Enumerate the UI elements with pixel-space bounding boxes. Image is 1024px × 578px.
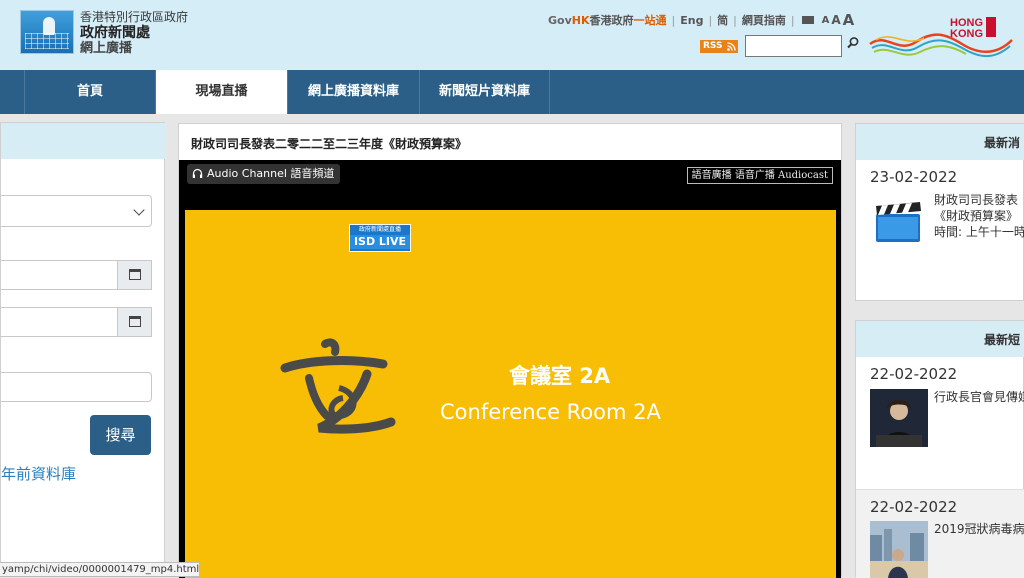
brand-kong-text: KONG bbox=[950, 28, 983, 40]
latest-clips-panel: 最新短 22-02-2022 行政長官會見傳媒 22-02-2022 2019冠… bbox=[855, 320, 1024, 578]
brand-hong-kong-logo[interactable]: HONG KONG bbox=[866, 14, 1016, 64]
font-size-medium-button[interactable]: A bbox=[831, 13, 840, 27]
clip1-date: 22-02-2022 bbox=[870, 365, 958, 383]
rss-feed-icon bbox=[727, 42, 736, 51]
clip1-title[interactable]: 行政長官會見傳媒 bbox=[934, 389, 1024, 405]
calendar-icon bbox=[129, 269, 141, 280]
category-select[interactable] bbox=[1, 195, 152, 227]
logo-line-1: 香港特別行政區政府 bbox=[80, 10, 189, 24]
isd-live-badge: 政府新聞處直播 ISD LIVE bbox=[349, 224, 411, 252]
clip1-thumbnail[interactable] bbox=[870, 389, 928, 447]
browser-status-bar: yamp/chi/video/0000001479_mp4.html bbox=[0, 562, 200, 577]
start-date-calendar-button[interactable] bbox=[117, 261, 151, 289]
chevron-down-icon bbox=[133, 204, 145, 216]
latest-news-header: 最新消 bbox=[856, 124, 1024, 160]
end-date-calendar-button[interactable] bbox=[117, 308, 151, 336]
nav-home[interactable]: 首頁 bbox=[24, 70, 155, 114]
search-icon[interactable] bbox=[846, 36, 860, 50]
news-item-title[interactable]: 財政司司長發表 《財政預算案》 時間: 上午十一時 bbox=[934, 192, 1024, 240]
main-nav: 首頁 現場直播 網上廣播資料庫 新聞短片資料庫 bbox=[0, 70, 1024, 114]
latest-clips-header: 最新短 bbox=[856, 321, 1024, 357]
simplified-chinese-link[interactable]: 简 bbox=[717, 12, 728, 28]
logo-line-3: 網上廣播 bbox=[80, 41, 133, 56]
site-header: 香港特別行政區政府 政府新聞處 網上廣播 GovHK香港政府一站通 | Eng … bbox=[0, 0, 1024, 70]
end-date-field[interactable] bbox=[1, 307, 152, 337]
room-name-chinese: 會議室 2A bbox=[509, 364, 611, 388]
rss-button[interactable]: RSS bbox=[700, 40, 738, 53]
font-size-small-button[interactable]: A bbox=[822, 15, 830, 26]
news-date: 23-02-2022 bbox=[870, 168, 958, 186]
nav-webcast-archive[interactable]: 網上廣播資料庫 bbox=[287, 70, 419, 114]
english-link[interactable]: Eng bbox=[680, 14, 703, 27]
top-links: GovHK香港政府一站通 | Eng | 简 | 網頁指南 | A A A bbox=[548, 11, 855, 29]
isd-logo-icon[interactable] bbox=[20, 10, 74, 54]
latest-news-panel: 最新消 23-02-2022 財政司司長發表 《財政預算案》 時間: 上午十一時 bbox=[855, 123, 1024, 301]
archive-search-panel: 搜尋 年前資料庫 bbox=[0, 122, 166, 577]
video-clapper-icon[interactable] bbox=[874, 202, 924, 244]
start-date-field[interactable] bbox=[1, 260, 152, 290]
search-button[interactable]: 搜尋 bbox=[90, 415, 151, 455]
nav-live[interactable]: 現場直播 bbox=[155, 70, 287, 114]
clip2-thumbnail[interactable] bbox=[870, 521, 928, 578]
logo-line-2: 政府新聞處 bbox=[80, 25, 150, 41]
site-search-input[interactable] bbox=[745, 35, 842, 57]
clip2-date: 22-02-2022 bbox=[870, 498, 958, 516]
nav-news-clips-archive[interactable]: 新聞短片資料庫 bbox=[419, 70, 550, 114]
live-event-title: 財政司司長發表二零二二至二三年度《財政預算案》 bbox=[191, 137, 468, 151]
video-player[interactable]: Audio Channel 語音頻道 語音廣播 语音广播 Audiocast 政… bbox=[179, 160, 841, 578]
site-logo-text[interactable]: 香港特別行政區政府 政府新聞處 網上廣播 bbox=[80, 9, 188, 57]
headphone-icon bbox=[192, 168, 203, 178]
govhk-link[interactable]: GovHK香港政府一站通 bbox=[548, 12, 667, 28]
audio-channel-button[interactable]: Audio Channel 語音頻道 bbox=[187, 164, 341, 184]
audio-channel-label: Audio Channel 語音頻道 bbox=[207, 167, 335, 180]
video-frame[interactable]: 政府新聞處直播 ISD LIVE 會議室 2A Conference Room … bbox=[185, 210, 836, 578]
rss-label: RSS bbox=[703, 41, 723, 51]
search-panel-header bbox=[1, 123, 166, 159]
room-name-english: Conference Room 2A bbox=[440, 400, 661, 424]
isd-badge-line2: ISD LIVE bbox=[350, 235, 410, 249]
site-guide-link[interactable]: 網頁指南 bbox=[742, 12, 786, 28]
isd-badge-line1: 政府新聞處直播 bbox=[358, 226, 401, 233]
clip2-title[interactable]: 2019冠狀病毒病 bbox=[934, 521, 1024, 537]
legco-emblem-icon bbox=[280, 338, 396, 434]
calendar-icon bbox=[129, 316, 141, 327]
mail-icon[interactable] bbox=[801, 16, 814, 24]
keyword-input[interactable] bbox=[1, 372, 152, 402]
font-size-large-button[interactable]: A bbox=[843, 11, 855, 29]
live-player-panel: 財政司司長發表二零二二至二三年度《財政預算案》 Audio Channel 語音… bbox=[178, 123, 842, 578]
audiocast-button[interactable]: 語音廣播 语音广播 Audiocast bbox=[686, 167, 833, 184]
archive-link[interactable]: 年前資料庫 bbox=[1, 463, 76, 484]
